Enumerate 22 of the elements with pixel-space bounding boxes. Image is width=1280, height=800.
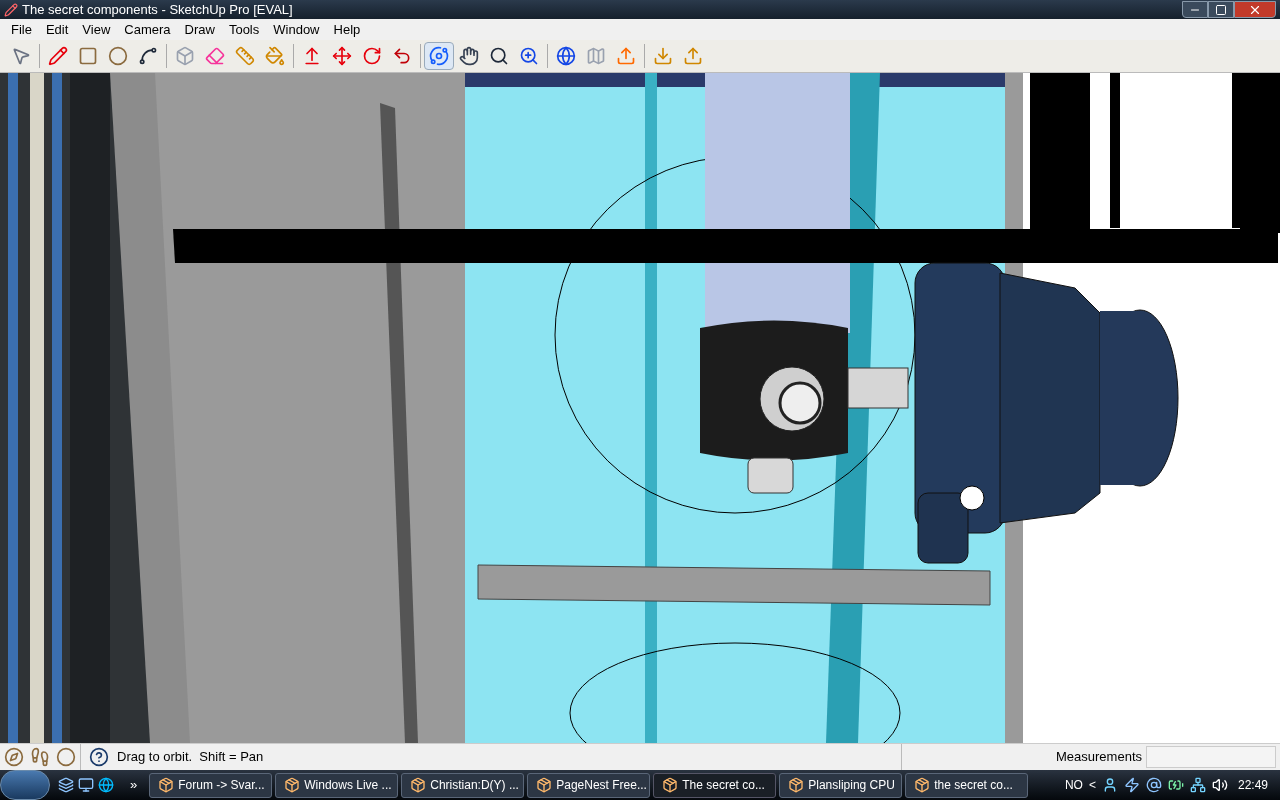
- taskbar-task[interactable]: Forum -> Svar...: [149, 772, 273, 798]
- menu-item[interactable]: Edit: [38, 19, 76, 40]
- taskbar-task[interactable]: The secret co...: [653, 772, 777, 798]
- window-title: The secret components - SketchUp Pro [EVAL]: [22, 3, 293, 16]
- taskbar-task[interactable]: Christian:D(Y) ...: [401, 772, 525, 798]
- menu-item[interactable]: Camera: [117, 19, 178, 40]
- taskbar-task[interactable]: the secret co...: [905, 772, 1029, 798]
- menu-item[interactable]: Draw: [177, 19, 222, 40]
- tray-expand[interactable]: <: [1088, 776, 1096, 794]
- taskbar-task[interactable]: Plansliping CPU: [779, 772, 903, 798]
- menu-item[interactable]: Tools: [221, 19, 267, 40]
- menu-item[interactable]: Help: [326, 19, 368, 40]
- language-indicator[interactable]: NO: [1064, 776, 1083, 794]
- measurements-label: Measurements: [1056, 748, 1142, 767]
- menu-item[interactable]: Window: [266, 19, 327, 40]
- taskbar-task[interactable]: Windows Live ...: [275, 772, 399, 798]
- menu-item[interactable]: View: [75, 19, 118, 40]
- overflow-chevron[interactable]: »: [130, 775, 138, 795]
- taskbar-task[interactable]: PageNest Free...: [527, 772, 651, 798]
- clock[interactable]: 22:49: [1237, 776, 1268, 794]
- status-hint: Drag to orbit. Shift = Pan: [117, 748, 264, 767]
- menu-item[interactable]: File: [4, 19, 39, 40]
